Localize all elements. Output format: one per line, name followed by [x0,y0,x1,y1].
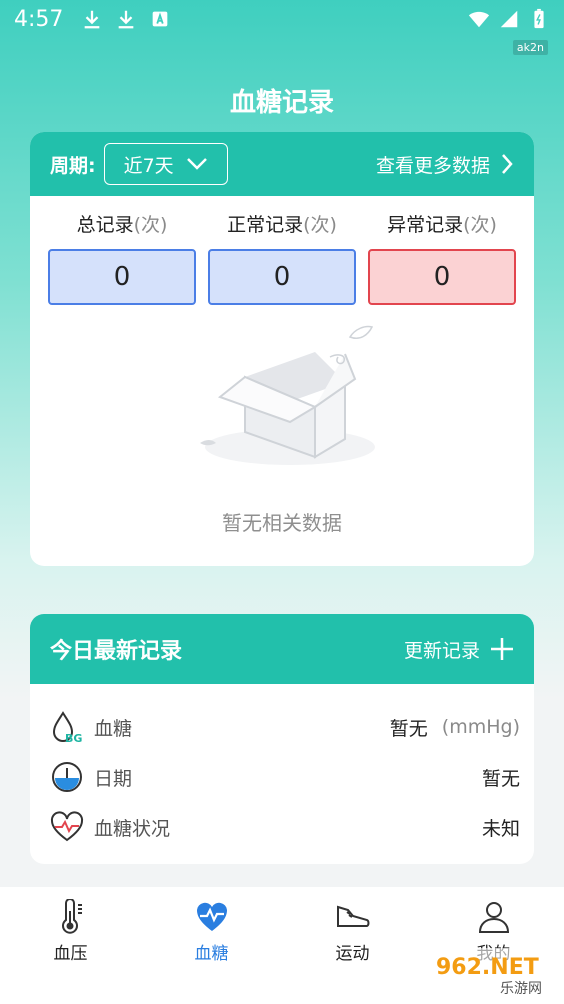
page-title: 血糖记录 [229,88,334,118]
watermark-brand: 962.NET [436,955,539,980]
stat-total-value: 0 [48,249,196,305]
stat-total-unit: (次) [133,214,168,236]
stat-normal-value: 0 [208,249,356,305]
tab-label-blood-pressure: 血压 [53,944,88,964]
thermometer-icon [61,899,82,934]
tab-label-exercise: 运动 [335,944,370,964]
battery-icon [534,8,544,29]
today-card-title: 今日最新记录 [50,639,183,664]
empty-state-text: 暂无相关数据 [222,511,342,535]
stat-total-label: 总记录 [76,214,134,236]
record-row-status: 血糖状况 未知 [30,802,534,852]
signal-icon [500,10,518,28]
stat-total: 总记录(次) 0 [48,210,196,305]
record-label-glucose: 血糖 [94,717,133,740]
record-value-glucose: 暂无 [389,717,428,740]
watermark-subtitle: 乐游网 [500,981,542,997]
download-icon [119,10,134,29]
stat-abnormal-unit: (次) [463,214,497,236]
shoe-icon [336,905,369,927]
view-more-data-link[interactable]: 查看更多数据 [376,151,514,178]
stat-abnormal: 异常记录(次) 0 [368,210,516,305]
period-value: 近7天 [123,154,174,177]
view-more-label: 查看更多数据 [375,154,490,177]
status-notifications [81,8,171,30]
clock-icon [52,762,82,792]
status-bar: 4:57 [0,0,564,38]
today-latest-card: 今日最新记录 更新记录 BG 血糖 暂无 (mmHg) 日期 暂无 血糖状况 未… [30,614,534,864]
heartbeat-icon [196,902,227,931]
tab-blood-pressure[interactable]: 血压 [0,887,141,1004]
record-label-status: 血糖状况 [94,817,171,840]
period-dropdown[interactable]: 近7天 [103,143,228,185]
update-record-label: 更新记录 [403,639,480,662]
record-unit-glucose: (mmHg) [441,716,520,738]
blood-glucose-icon: BG [52,711,82,744]
record-value-status: 未知 [481,817,520,840]
stat-normal-label: 正常记录 [227,214,304,236]
user-icon [478,902,509,933]
summary-card-header: 周期: 近7天 查看更多数据 [30,132,534,196]
empty-box-illustration [200,325,375,465]
svg-text:BG: BG [65,732,82,744]
chevron-right-icon [502,154,513,174]
record-list: BG 血糖 暂无 (mmHg) 日期 暂无 血糖状况 未知 [30,684,534,852]
tab-exercise[interactable]: 运动 [282,887,423,1004]
font-icon [153,11,168,27]
stat-abnormal-value: 0 [368,249,516,305]
debug-tag: ak2n [512,40,548,55]
record-value-date: 暂无 [481,767,520,790]
stat-abnormal-label: 异常记录 [387,214,464,236]
record-label-date: 日期 [94,767,133,790]
stat-normal: 正常记录(次) 0 [208,210,356,305]
status-system-icons [468,8,550,30]
status-time: 4:57 [14,6,64,32]
heart-rate-icon [50,811,84,842]
record-row-glucose: BG 血糖 暂无 (mmHg) [30,702,534,752]
record-row-date: 日期 暂无 [30,752,534,802]
plus-icon [491,638,513,660]
tab-label-blood-glucose: 血糖 [194,944,229,964]
summary-card: 周期: 近7天 查看更多数据 总记录(次) 0 正常记录(次) 0 异常记录(次… [30,132,534,566]
update-record-button[interactable]: 更新记录 [404,636,514,663]
stat-normal-unit: (次) [303,214,337,236]
stats-row: 总记录(次) 0 正常记录(次) 0 异常记录(次) 0 [30,196,534,305]
chevron-down-icon [186,158,207,170]
site-watermark-logo: 962.NET 乐游网 [430,948,558,998]
wifi-icon [468,11,490,28]
tab-blood-glucose[interactable]: 血糖 [141,887,282,1004]
today-card-header: 今日最新记录 更新记录 [30,614,534,684]
download-icon [85,10,100,29]
period-label: 周期: [50,154,96,177]
